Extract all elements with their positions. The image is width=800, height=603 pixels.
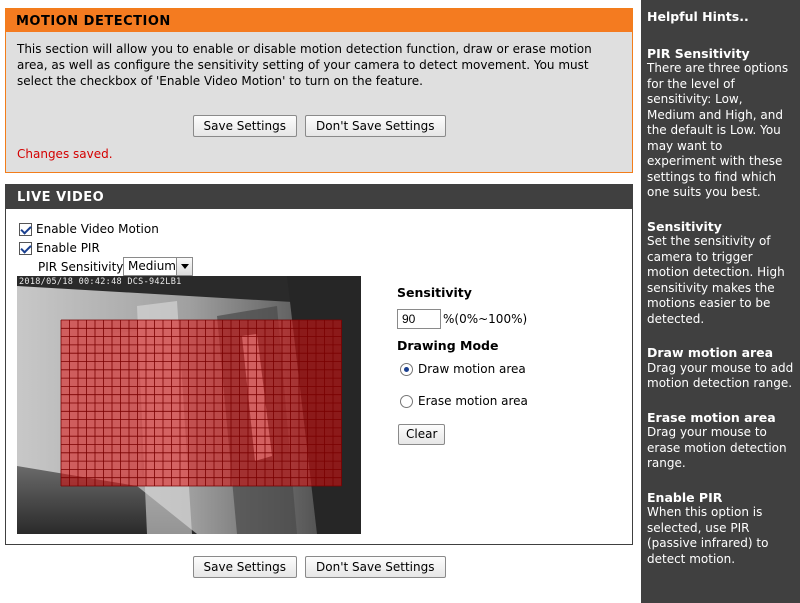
helpful-hints-sidebar: Helpful Hints.. PIR Sensitivity There ar… <box>641 0 800 603</box>
pir-sensitivity-value: Medium <box>128 259 176 273</box>
hint-text-erase-motion-area: Drag your mouse to erase motion detectio… <box>647 425 787 470</box>
hint-heading-sensitivity: Sensitivity <box>647 218 722 234</box>
sensitivity-input[interactable] <box>397 309 441 329</box>
sensitivity-title: Sensitivity <box>397 285 472 300</box>
enable-pir-label: Enable PIR <box>36 241 100 255</box>
motion-area-grid[interactable] <box>17 276 361 534</box>
pir-sensitivity-select[interactable]: Medium <box>123 257 193 276</box>
save-settings-button-top[interactable]: Save Settings <box>192 115 297 137</box>
live-video-feed[interactable]: 2018/05/18 00:42:48 DCS-942LB1 <box>17 276 361 534</box>
dont-save-settings-button-bottom[interactable]: Don't Save Settings <box>305 556 446 578</box>
erase-motion-area-option[interactable]: Erase motion area <box>400 394 528 408</box>
pir-sensitivity-label: PIR Sensitivity <box>38 260 124 274</box>
chevron-down-icon[interactable] <box>176 258 192 275</box>
motion-detection-description: This section will allow you to enable or… <box>17 42 592 88</box>
hint-heading-draw-motion-area: Draw motion area <box>647 345 774 360</box>
live-video-panel: LIVE VIDEO Enable Video Motion Enable PI… <box>5 184 633 545</box>
top-button-row: Save Settings Don't Save Settings <box>6 115 632 137</box>
hint-heading-pir-sensitivity: PIR Sensitivity <box>647 45 750 61</box>
enable-video-motion-checkbox[interactable] <box>19 222 32 236</box>
hint-text-enable-pir: When this option is selected, use PIR (p… <box>647 505 769 566</box>
hint-heading-enable-pir: Enable PIR <box>647 489 723 505</box>
erase-motion-area-radio[interactable] <box>400 394 413 408</box>
save-settings-button-bottom[interactable]: Save Settings <box>192 556 297 578</box>
motion-detection-panel: MOTION DETECTION This section will allow… <box>5 8 633 173</box>
hint-heading-erase-motion-area: Erase motion area <box>647 409 776 425</box>
sensitivity-range: %(0%~100%) <box>443 312 528 326</box>
hint-text-draw-motion-area: Drag your mouse to add motion detection … <box>647 360 794 391</box>
enable-pir-row[interactable]: Enable PIR <box>19 240 100 256</box>
motion-detection-title: MOTION DETECTION <box>6 9 632 32</box>
bottom-button-row: Save Settings Don't Save Settings <box>0 556 638 578</box>
dont-save-settings-button-top[interactable]: Don't Save Settings <box>305 115 446 137</box>
drawing-mode-title: Drawing Mode <box>397 338 499 353</box>
hint-text-pir-sensitivity: There are three options for the level of… <box>647 61 789 199</box>
enable-video-motion-label: Enable Video Motion <box>36 222 159 236</box>
enable-pir-checkbox[interactable] <box>19 241 32 255</box>
hint-text-sensitivity: Set the sensitivity of camera to trigger… <box>647 234 785 326</box>
live-video-title: LIVE VIDEO <box>6 185 632 209</box>
draw-motion-area-option[interactable]: Draw motion area <box>400 362 526 376</box>
clear-button[interactable]: Clear <box>398 424 446 445</box>
hints-title: Helpful Hints.. <box>647 9 749 24</box>
draw-motion-area-radio[interactable] <box>400 362 413 376</box>
enable-video-motion-row[interactable]: Enable Video Motion <box>19 221 159 237</box>
erase-motion-area-label: Erase motion area <box>418 394 528 408</box>
draw-motion-area-label: Draw motion area <box>418 362 526 376</box>
status-message: Changes saved. <box>17 147 113 161</box>
